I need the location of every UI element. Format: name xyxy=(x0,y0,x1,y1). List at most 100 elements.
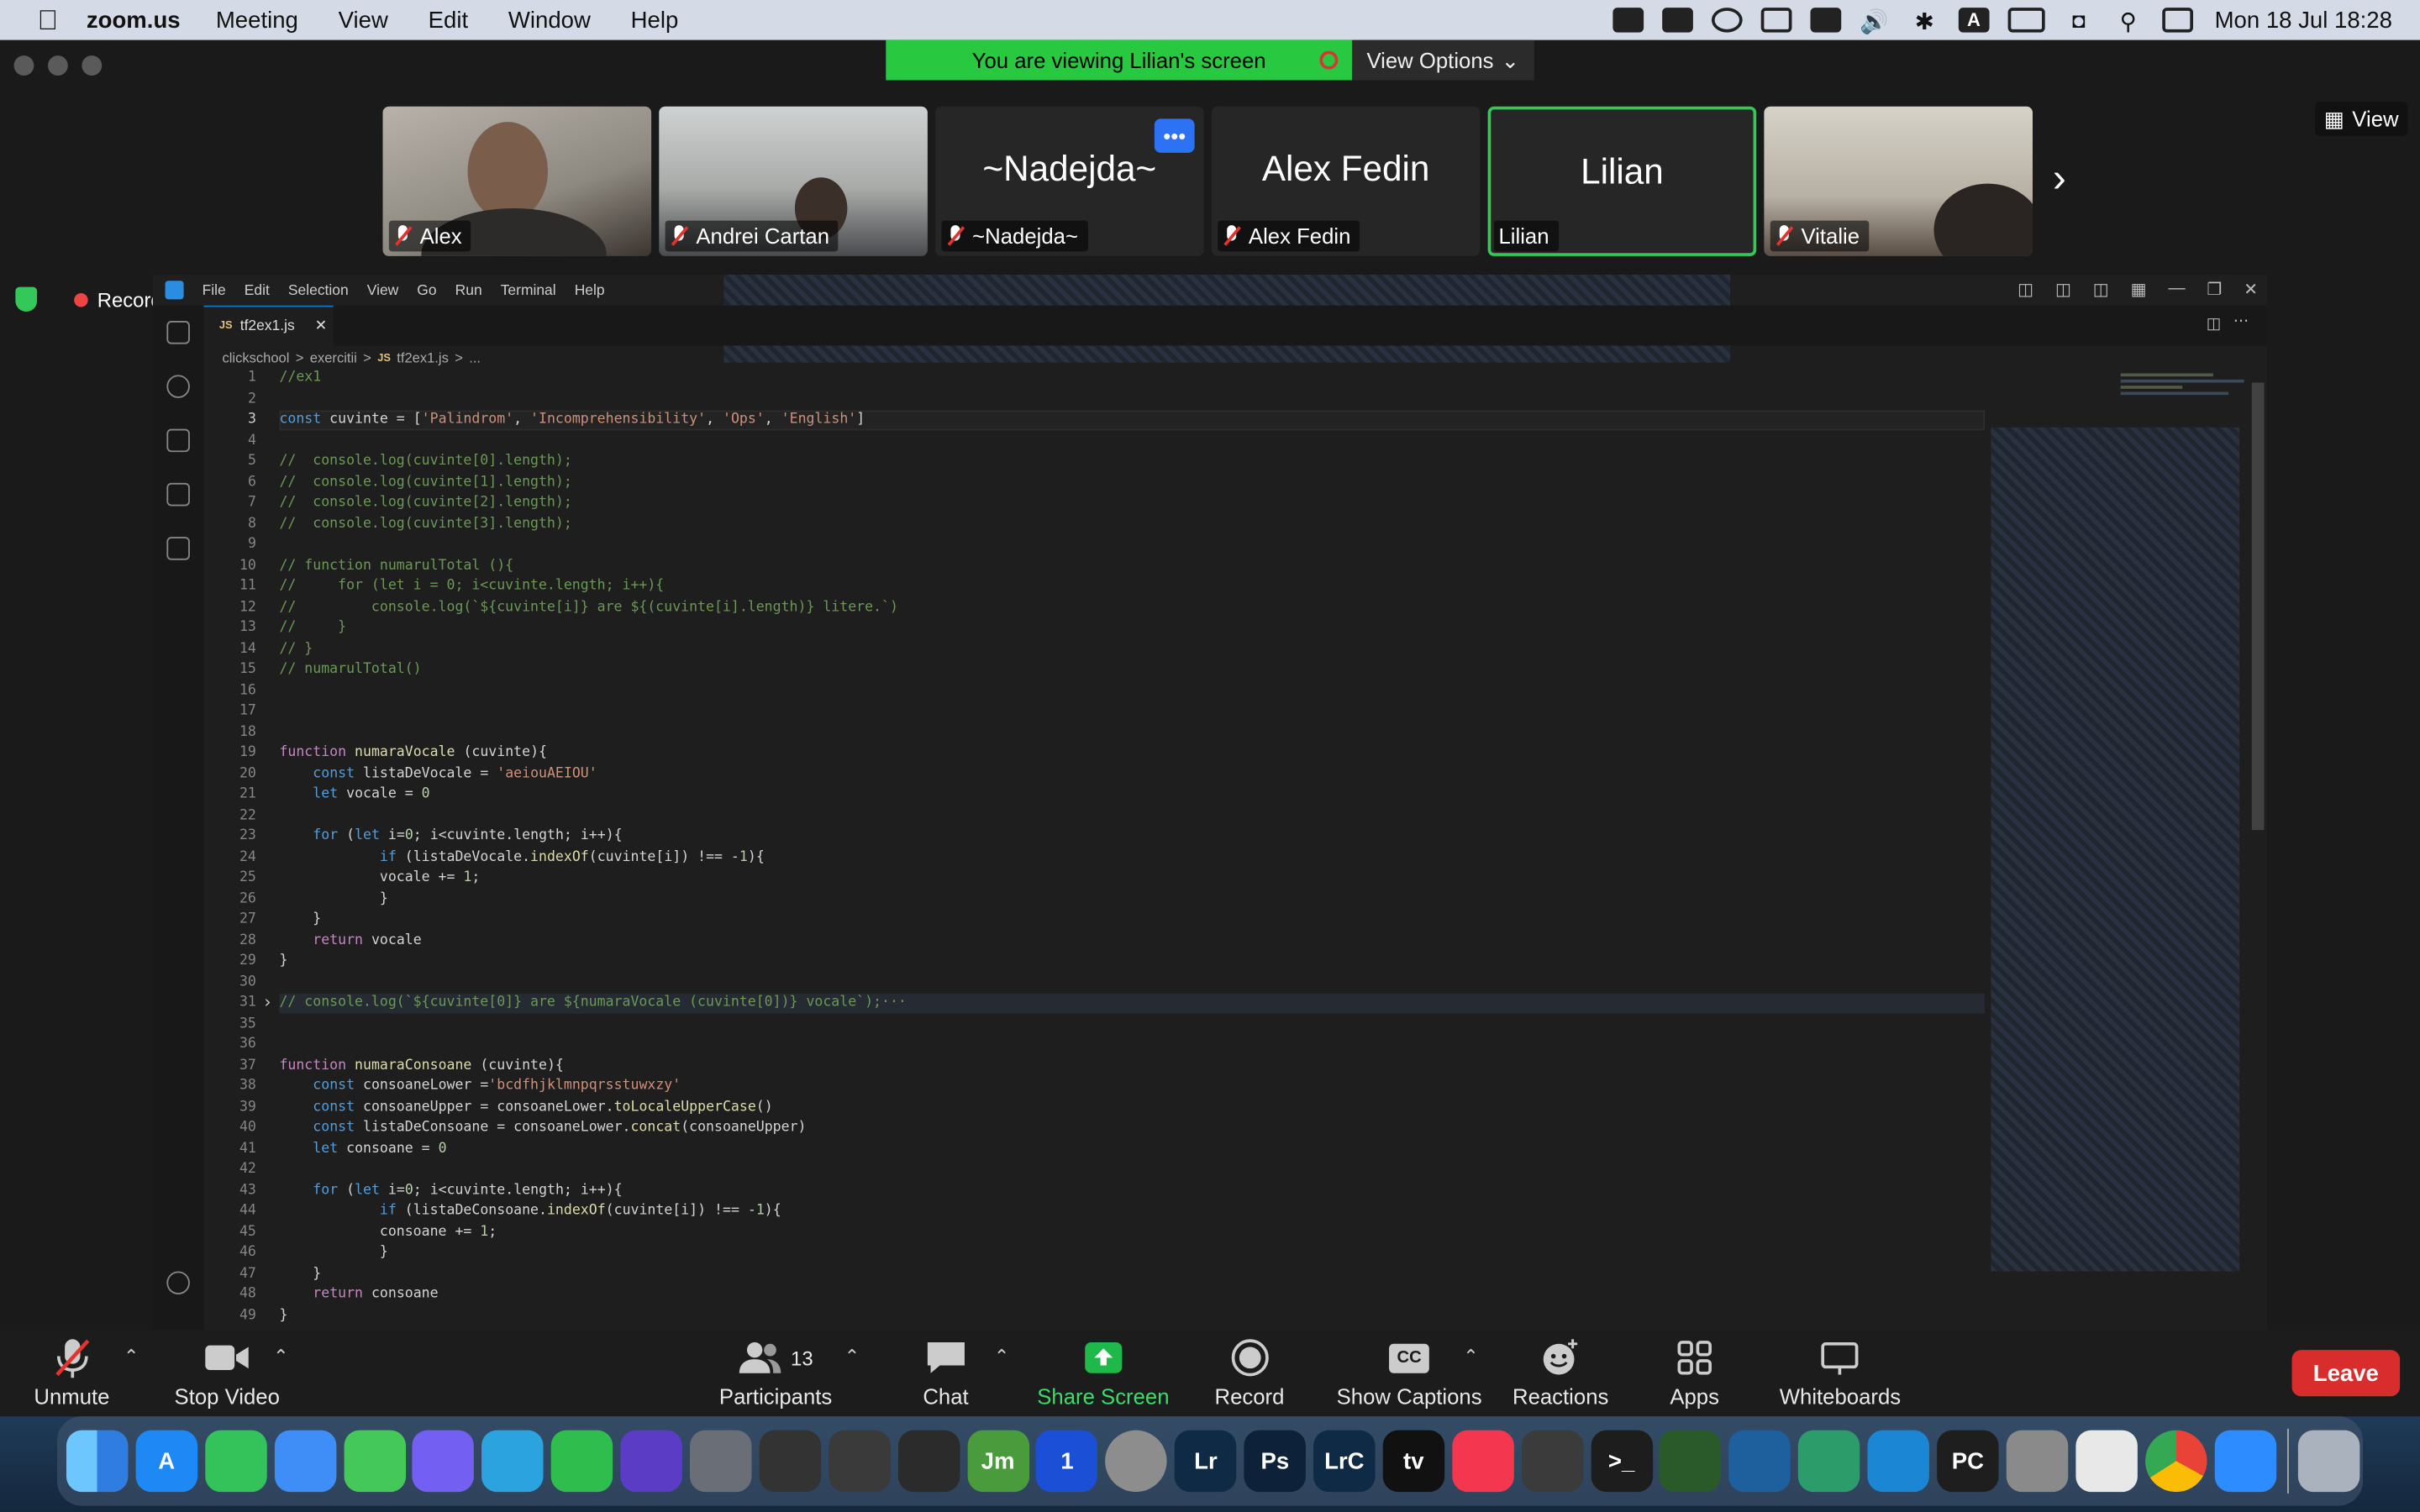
finder-icon[interactable] xyxy=(66,1430,129,1493)
next-page-chevron-icon[interactable]: › xyxy=(2053,155,2066,202)
app-store-icon[interactable]: A xyxy=(135,1430,197,1493)
participant-tile[interactable]: Andrei Cartan xyxy=(659,106,928,256)
menu-view[interactable]: View xyxy=(339,7,388,33)
leave-button[interactable]: Leave xyxy=(2291,1350,2401,1397)
code-line[interactable]: } xyxy=(279,912,321,927)
drive-icon[interactable] xyxy=(1662,8,1693,33)
input-source-icon[interactable]: A xyxy=(1958,8,1990,33)
bluetooth-icon[interactable]: ✱ xyxy=(1909,8,1940,35)
system-settings-icon[interactable] xyxy=(2006,1430,2069,1493)
breadcrumb-item[interactable]: exercitii xyxy=(310,350,357,365)
layout-icon[interactable]: ◫ xyxy=(2018,279,2033,299)
1password-icon[interactable]: 1 xyxy=(1036,1430,1098,1493)
audio-options-caret-icon[interactable]: ⌃ xyxy=(124,1346,139,1368)
view-options-button[interactable]: View Options ⌄ xyxy=(1351,39,1534,81)
menu-meeting[interactable]: Meeting xyxy=(216,7,298,33)
vscode-icon[interactable] xyxy=(1867,1430,1930,1493)
apple-tv-icon[interactable]: tv xyxy=(1382,1430,1445,1493)
battery-icon[interactable] xyxy=(2007,8,2045,33)
breadcrumb-item[interactable]: tf2ex1.js xyxy=(397,350,449,365)
record-button[interactable]: Record xyxy=(1215,1336,1284,1409)
code-line[interactable]: // for (let i = 0; i<cuvinte.length; i++… xyxy=(279,579,664,594)
participants-button[interactable]: 13 Participants xyxy=(719,1336,832,1409)
telegram-icon[interactable] xyxy=(481,1430,544,1493)
code-line[interactable]: if (listaDeConsoane.indexOf(cuvinte[i]) … xyxy=(279,1204,781,1219)
code-line[interactable]: // console.log(cuvinte[1].length); xyxy=(279,475,571,490)
code-line[interactable]: for (let i=0; i<cuvinte.length; i++){ xyxy=(279,1183,622,1198)
close-icon[interactable]: ✕ xyxy=(2244,279,2258,299)
captions-caret-icon[interactable]: ⌃ xyxy=(1463,1346,1478,1368)
vscode-menu-terminal[interactable]: Terminal xyxy=(501,281,556,298)
menu-window[interactable]: Window xyxy=(508,7,591,33)
code-line[interactable]: return consoane xyxy=(279,1287,438,1302)
code-line[interactable]: for (let i=0; i<cuvinte.length; i++){ xyxy=(279,828,622,843)
code-line[interactable]: function numaraVocale (cuvinte){ xyxy=(279,745,547,760)
code-line[interactable]: const consoaneUpper = consoaneLower.toLo… xyxy=(279,1100,772,1115)
compressor-icon[interactable] xyxy=(690,1430,752,1493)
control-center-icon[interactable] xyxy=(2162,8,2193,33)
code-line[interactable]: const consoaneLower ='bcdfhjklmnpqrsstuw… xyxy=(279,1079,681,1094)
textedit-icon[interactable] xyxy=(2075,1430,2138,1493)
imovie-icon[interactable] xyxy=(620,1430,683,1493)
run-debug-icon[interactable] xyxy=(166,482,190,507)
close-tab-icon[interactable]: ✕ xyxy=(315,318,328,334)
scrollbar[interactable] xyxy=(2251,382,2265,831)
vscode-menu-go[interactable]: Go xyxy=(417,281,436,298)
vscode-menu-run[interactable]: Run xyxy=(455,281,482,298)
unmute-button[interactable]: Unmute xyxy=(34,1336,109,1409)
tab-tf2ex1[interactable]: JS tf2ex1.js ✕ xyxy=(203,305,334,346)
panel-icon[interactable]: ◫ xyxy=(2055,279,2071,299)
code-line[interactable]: // numarulTotal() xyxy=(279,662,421,677)
code-line[interactable]: // console.log(cuvinte[2].length); xyxy=(279,496,571,511)
view-layout-button[interactable]: ▦ View xyxy=(2315,102,2408,136)
code-line[interactable]: function numaraConsoane (cuvinte){ xyxy=(279,1058,563,1073)
clock[interactable]: Mon 18 Jul 18:28 xyxy=(2215,7,2392,33)
facetime-icon[interactable] xyxy=(204,1430,267,1493)
code-line[interactable]: //ex1 xyxy=(279,370,321,386)
stop-video-button[interactable]: Stop Video xyxy=(175,1336,280,1409)
vscode-menu-selection[interactable]: Selection xyxy=(288,281,349,298)
final-cut-icon[interactable] xyxy=(828,1430,891,1493)
terminal-icon[interactable]: >_ xyxy=(1590,1430,1653,1493)
mail-icon[interactable] xyxy=(274,1430,336,1493)
sidebar-icon[interactable]: ◫ xyxy=(2093,279,2109,299)
lightroom-icon[interactable]: Lr xyxy=(1175,1430,1237,1493)
participants-caret-icon[interactable]: ⌃ xyxy=(844,1346,860,1368)
viber-icon[interactable] xyxy=(413,1430,475,1493)
chat-button[interactable]: Chat xyxy=(923,1336,969,1409)
minimize-window-button[interactable] xyxy=(47,55,68,76)
volume-icon[interactable]: 🔊 xyxy=(1860,8,1891,35)
code-line[interactable]: // console.log(cuvinte[0].length); xyxy=(279,454,571,469)
account-icon[interactable] xyxy=(166,1271,190,1295)
show-captions-button[interactable]: CC Show Captions xyxy=(1337,1336,1482,1409)
lightroom-classic-icon[interactable]: LrC xyxy=(1313,1430,1376,1493)
code-line[interactable]: // function numarulTotal (){ xyxy=(279,558,513,573)
apple-menu-icon[interactable]:  xyxy=(31,4,65,37)
fold-chevron-icon[interactable]: › xyxy=(262,992,272,1012)
music-icon[interactable] xyxy=(1452,1430,1514,1493)
vscode-menu-view[interactable]: View xyxy=(367,281,399,298)
calculator-icon[interactable] xyxy=(1521,1430,1583,1493)
more-actions-icon[interactable]: ⋯ xyxy=(2233,313,2249,330)
code-line[interactable]: } xyxy=(279,1266,321,1281)
code-line[interactable]: // console.log(`${cuvinte[0]} are ${numa… xyxy=(279,995,906,1011)
atom-icon[interactable] xyxy=(1798,1430,1860,1493)
participant-tile-active-speaker[interactable]: Lilian Lilian xyxy=(1487,106,1757,256)
code-line[interactable]: const listaDeConsoane = consoaneLower.co… xyxy=(279,1120,806,1135)
code-line[interactable]: } xyxy=(279,1308,287,1323)
code-line[interactable]: vocale += 1; xyxy=(279,870,480,885)
participant-tile[interactable]: Vitalie xyxy=(1764,106,2033,256)
aperture-icon[interactable] xyxy=(1105,1430,1168,1493)
code-line[interactable]: // } xyxy=(279,641,313,656)
activity-icon[interactable] xyxy=(1660,1430,1722,1493)
trash-icon[interactable] xyxy=(2298,1430,2361,1493)
code-line[interactable]: } xyxy=(279,891,388,906)
minimize-icon[interactable]: — xyxy=(2168,279,2185,299)
explorer-icon[interactable] xyxy=(166,321,190,344)
code-line[interactable]: // console.log(`${cuvinte[i]} are ${(cuv… xyxy=(279,600,897,615)
vscode-menu-edit[interactable]: Edit xyxy=(245,281,270,298)
share-screen-button[interactable]: Share Screen xyxy=(1037,1336,1170,1409)
code-line[interactable]: // console.log(cuvinte[3].length); xyxy=(279,516,571,531)
restore-icon[interactable]: ❐ xyxy=(2207,279,2222,299)
app-menu[interactable]: zoom.us xyxy=(87,7,181,33)
